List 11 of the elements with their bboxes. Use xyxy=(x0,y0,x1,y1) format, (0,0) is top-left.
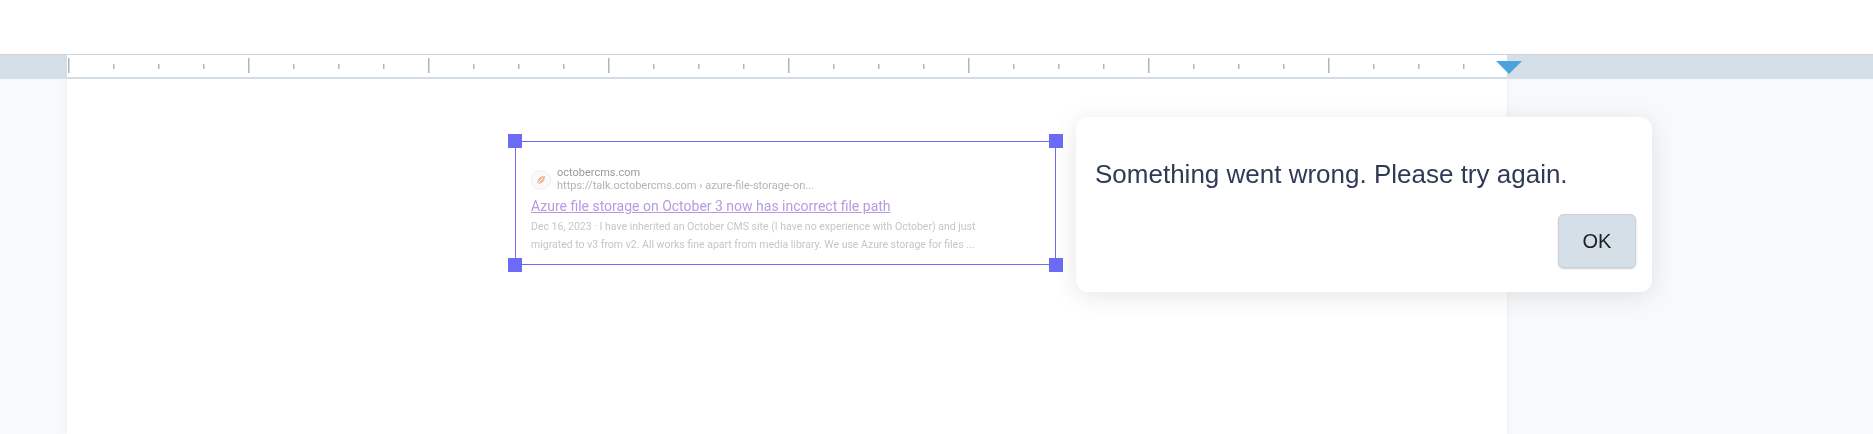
error-message: Something went wrong. Please try again. xyxy=(1095,159,1569,190)
indent-marker-icon[interactable] xyxy=(1496,61,1522,74)
result-url: https://talk.octobercms.com › azure-file-storage-on... xyxy=(557,179,814,193)
selection-frame[interactable] xyxy=(515,141,1056,265)
leaf-icon xyxy=(531,169,551,190)
site-name: octobercms.com xyxy=(557,166,642,179)
resize-handle[interactable] xyxy=(508,134,522,148)
resize-handle[interactable] xyxy=(1049,134,1063,148)
resize-handle[interactable] xyxy=(1049,258,1063,272)
ok-button[interactable]: OK xyxy=(1558,214,1636,268)
resize-handle[interactable] xyxy=(508,258,522,272)
